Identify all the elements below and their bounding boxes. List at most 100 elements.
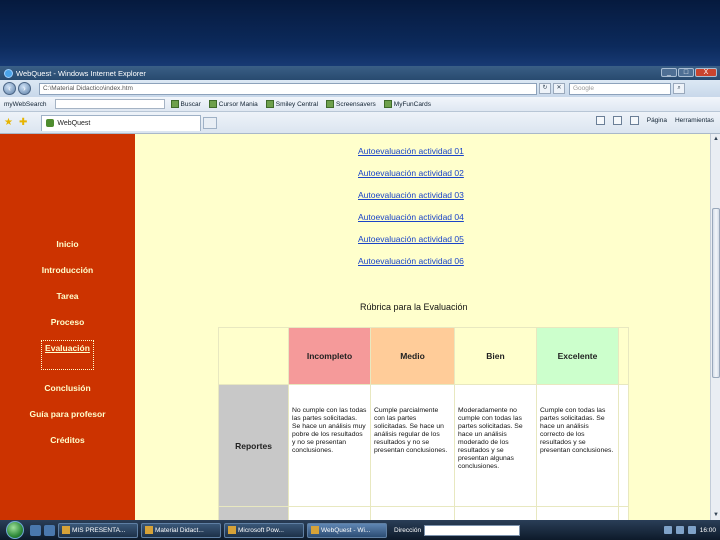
favorites-star-icon[interactable]: ★ (4, 117, 13, 128)
rubric-row-label-next (218, 506, 289, 520)
taskbar-item-webquest[interactable]: WebQuest - Wi... (307, 522, 387, 538)
taskbar-address-label: Dirección (394, 526, 422, 534)
toolbar-brand[interactable]: myWebSearch (4, 101, 47, 108)
taskbar-address-input[interactable] (424, 524, 521, 536)
folder-icon (62, 526, 70, 534)
search-toolbar: myWebSearch Buscar Cursor Mania Smiley C… (0, 97, 720, 112)
tools-menu[interactable]: Herramientas (675, 117, 714, 124)
tab-webquest[interactable]: WebQuest (41, 114, 202, 131)
quicklaunch-desktop-icon[interactable] (30, 524, 41, 536)
rubric-cell-medio: Cumple parcialmente con las partes solic… (370, 384, 455, 507)
nav-item-introduccion[interactable]: Introducción (0, 264, 135, 290)
print-icon[interactable] (629, 116, 639, 125)
close-button[interactable]: X (695, 68, 717, 77)
taskbar: MIS PRESENTA... Material Didact... Micro… (0, 520, 720, 540)
scroll-down-icon[interactable]: ▼ (712, 511, 720, 519)
rubric-cell (454, 506, 537, 520)
new-tab-button[interactable] (203, 116, 218, 129)
rubric-cell-bien: Moderadamente no cumple con todas las pa… (454, 384, 537, 507)
toolbar-item-screensavers[interactable]: Screensavers (326, 100, 376, 108)
rubric-title: Rúbrica para la Evaluación (360, 302, 468, 312)
feeds-icon[interactable] (612, 116, 622, 125)
rubric-cell-extra (618, 384, 629, 507)
taskbar-item-powerpoint[interactable]: Microsoft Pow... (224, 522, 304, 538)
add-favorite-icon[interactable]: ✚ (19, 117, 27, 128)
rubric-header-medio: Medio (370, 327, 455, 385)
ie-logo-icon (4, 68, 13, 78)
rubric-header-incompleto: Incompleto (288, 327, 371, 385)
back-button[interactable]: ‹ (3, 82, 16, 95)
toolbar-item-cursor-mania[interactable]: Cursor Mania (208, 100, 258, 108)
nav-item-conclusion[interactable]: Conclusión (0, 382, 135, 408)
command-bar: Página Herramientas (595, 116, 714, 125)
taskbar-address-toolbar: Dirección (394, 524, 521, 536)
link-autoevaluacion-01[interactable]: Autoevaluación actividad 01 (358, 146, 464, 168)
window-controls: _ □ X (661, 68, 717, 77)
rubric-cell-excelente: Cumple con todas las partes solicitadas.… (536, 384, 619, 507)
taskbar-item-presentaciones[interactable]: MIS PRESENTA... (58, 522, 138, 538)
url-input[interactable]: C:\Material Didactico\index.htm (39, 82, 537, 95)
search-icon[interactable]: ⌕ (673, 83, 685, 94)
taskbar-item-material-didactico[interactable]: Material Didact... (141, 522, 221, 538)
clock[interactable]: 16:00 (700, 527, 716, 534)
rubric-cell (536, 506, 619, 520)
maximize-button[interactable]: □ (678, 68, 694, 77)
cursor-icon (208, 100, 217, 108)
vertical-scrollbar[interactable]: ▲ ▼ (710, 134, 720, 520)
page-menu[interactable]: Página (647, 117, 667, 124)
link-autoevaluacion-02[interactable]: Autoevaluación actividad 02 (358, 168, 464, 190)
nav-item-inicio[interactable]: Inicio (0, 238, 135, 264)
security-icon[interactable] (687, 526, 696, 534)
rubric-header-excelente: Excelente (536, 327, 619, 385)
screensaver-icon (326, 100, 335, 108)
self-assessment-links: Autoevaluación actividad 01 Autoevaluaci… (358, 146, 464, 278)
search-input[interactable]: Google (569, 82, 671, 95)
system-tray: 16:00 (663, 526, 716, 534)
table-row: Reportes No cumple con las todas las par… (218, 384, 629, 507)
nav-item-creditos[interactable]: Créditos (0, 434, 135, 460)
page-content: Inicio Introducción Tarea Proceso Evalua… (0, 134, 710, 520)
rubric-cell (288, 506, 371, 520)
rubric-row-label: Reportes (218, 384, 289, 507)
left-navigation: Inicio Introducción Tarea Proceso Evalua… (0, 134, 135, 520)
toolbar-search-field[interactable] (54, 99, 165, 109)
scroll-up-icon[interactable]: ▲ (712, 135, 720, 143)
scroll-thumb[interactable] (712, 208, 720, 378)
home-icon[interactable] (595, 116, 605, 125)
rubric-header-bien: Bien (454, 327, 537, 385)
nav-item-proceso[interactable]: Proceso (0, 316, 135, 342)
rubric-extra-cell (618, 327, 629, 385)
refresh-icon[interactable]: ↻ (539, 83, 551, 94)
search-icon (170, 100, 179, 108)
page-icon (46, 119, 55, 127)
link-autoevaluacion-03[interactable]: Autoevaluación actividad 03 (358, 190, 464, 212)
rubric-cell (370, 506, 455, 520)
start-button[interactable] (6, 521, 24, 539)
favorites-tab-bar: ★ ✚ WebQuest Página Herramientas (0, 112, 720, 134)
link-autoevaluacion-06[interactable]: Autoevaluación actividad 06 (358, 256, 464, 278)
desktop-top-band (0, 0, 720, 66)
nav-item-evaluacion[interactable]: Evaluación (41, 340, 94, 370)
nav-item-guia-profesor[interactable]: Guía para profesor (0, 408, 135, 434)
stop-icon[interactable]: ✕ (553, 83, 565, 94)
toolbar-item-smiley-central[interactable]: Smiley Central (265, 100, 318, 108)
quicklaunch-ie-icon[interactable] (44, 524, 55, 536)
powerpoint-icon (228, 526, 236, 534)
address-bar-row: ‹ › C:\Material Didactico\index.htm ↻ ✕ … (0, 80, 720, 97)
link-autoevaluacion-05[interactable]: Autoevaluación actividad 05 (358, 234, 464, 256)
toolbar-item-myfuncards[interactable]: MyFunCards (383, 100, 431, 108)
network-icon[interactable] (663, 526, 672, 534)
nav-item-tarea[interactable]: Tarea (0, 290, 135, 316)
smiley-icon (265, 100, 274, 108)
window-titlebar: WebQuest - Windows Internet Explorer _ □… (0, 66, 720, 80)
table-row (218, 506, 629, 520)
minimize-button[interactable]: _ (661, 68, 677, 77)
volume-icon[interactable] (675, 526, 684, 534)
rubric-cell-incompleto: No cumple con las todas las partes solic… (288, 384, 371, 507)
forward-button[interactable]: › (18, 82, 31, 95)
rubric-table: Incompleto Medio Bien Excelente Reportes… (218, 327, 629, 520)
card-icon (383, 100, 392, 108)
toolbar-item-buscar[interactable]: Buscar (170, 100, 201, 108)
folder-icon (145, 526, 153, 534)
link-autoevaluacion-04[interactable]: Autoevaluación actividad 04 (358, 212, 464, 234)
